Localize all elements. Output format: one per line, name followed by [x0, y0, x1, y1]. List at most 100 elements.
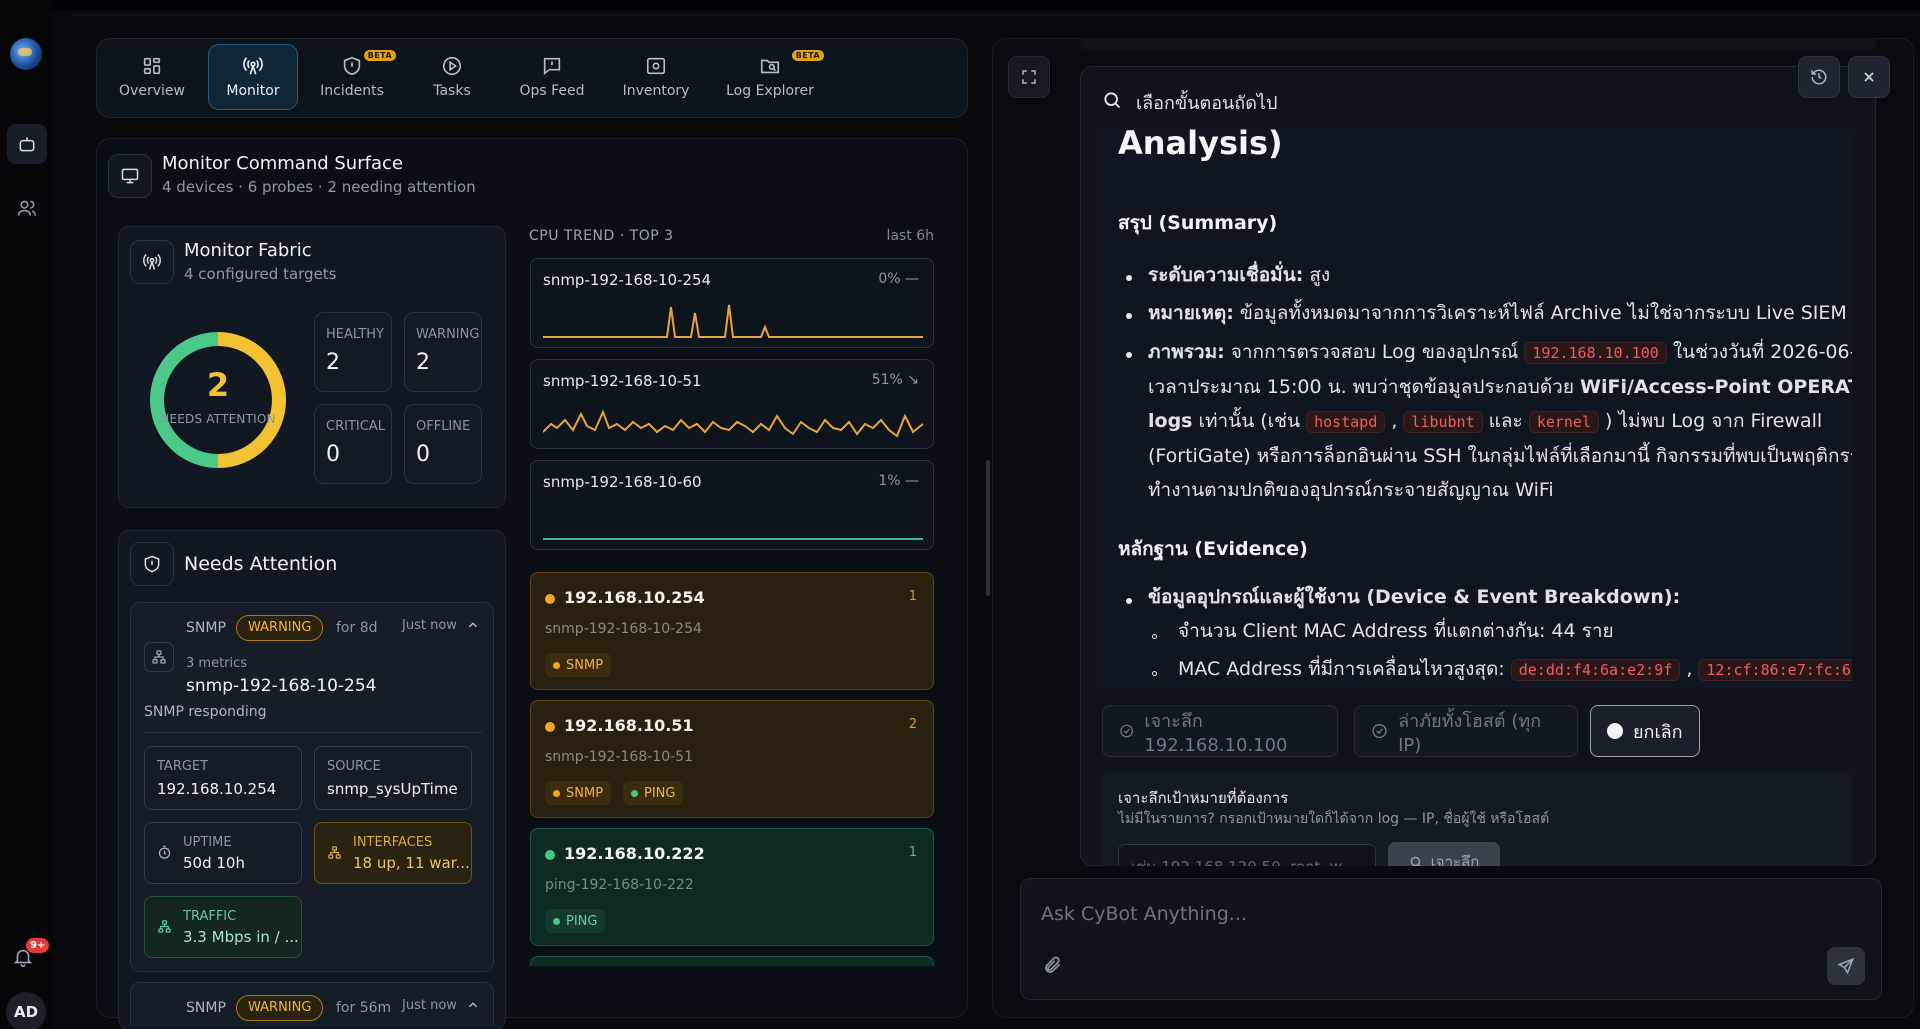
history-button[interactable]	[1798, 56, 1840, 98]
item-time: Just now	[402, 618, 457, 633]
antenna-icon	[243, 57, 263, 75]
monitor-icon-box	[108, 154, 152, 198]
notifications-button[interactable]: 9+	[12, 938, 50, 974]
tab-label: Monitor	[226, 83, 280, 99]
device-card[interactable]: 192.168.10.254 1 snmp-192-168-10-254 SNM…	[530, 572, 934, 690]
antenna-icon	[143, 253, 161, 270]
item-duration: for 56m	[336, 1000, 392, 1016]
device-probe: snmp-192-168-10-254	[545, 621, 702, 637]
device-count: 1	[908, 589, 917, 604]
sparkline-chart	[543, 538, 923, 540]
tab-label: Inventory	[622, 83, 690, 99]
hunt-host-button[interactable]: ล่าภัยทั้งโฮสต์ (ทุก IP)	[1354, 705, 1578, 757]
drill-ip-button[interactable]: เจาะลึก 192.168.10.100	[1102, 705, 1338, 757]
donut-value: 2	[206, 366, 230, 404]
device-ip: 192.168.10.254	[564, 588, 705, 607]
summary-heading: สรุป (Summary)	[1118, 212, 1278, 234]
warning-count: 2	[416, 350, 430, 375]
offline-count-card[interactable]: OFFLINE 0	[404, 404, 482, 484]
item-desc: SNMP responding	[144, 704, 267, 720]
tab-tasks[interactable]: Tasks	[410, 44, 494, 110]
tab-incidents[interactable]: BETA Incidents	[306, 44, 398, 110]
interfaces-field: INTERFACES 18 up, 11 war...	[314, 822, 472, 884]
chevron-up-icon[interactable]	[466, 998, 480, 1012]
ip-code: 192.168.10.100	[1524, 342, 1667, 364]
tab-inventory[interactable]: Inventory	[610, 44, 702, 110]
users-nav-button[interactable]	[7, 188, 47, 228]
search-icon	[1104, 92, 1121, 109]
close-icon	[1864, 72, 1874, 82]
tab-label: Ops Feed	[519, 83, 585, 99]
drill-submit-button[interactable]: เจาะลึก	[1388, 842, 1500, 866]
fabric-icon-box	[130, 240, 174, 284]
close-button[interactable]	[1848, 56, 1890, 98]
chat-input-box[interactable]: Ask CyBot Anything...	[1020, 878, 1882, 1000]
paperclip-icon[interactable]	[1043, 955, 1063, 975]
search-icon	[1410, 856, 1421, 866]
send-button[interactable]	[1827, 947, 1865, 985]
cancel-button[interactable]: ยกเลิก	[1590, 705, 1700, 757]
server-icon	[646, 57, 666, 75]
chip-snmp: SNMP	[545, 653, 612, 677]
drill-target-box: เจาะลึกเป้าหมายที่ต้องการ ไม่มีในรายการ?…	[1102, 772, 1852, 866]
item-type: SNMP	[186, 620, 226, 636]
device-probe: ping-192-168-10-222	[545, 877, 694, 893]
chip-ping: PING	[623, 781, 684, 805]
sparkline-card[interactable]: snmp-192-168-10-60 1% —	[530, 460, 934, 550]
device-card[interactable]: 192.168.10.51 2 snmp-192-168-10-51 SNMP …	[530, 700, 934, 818]
cancel-dot-icon	[1607, 723, 1623, 739]
tab-label: Overview	[119, 83, 185, 99]
play-circle-icon	[442, 56, 462, 76]
sparkline-card[interactable]: snmp-192-168-10-51 51% ↘	[530, 359, 934, 449]
tab-label: Incidents	[320, 83, 384, 99]
analysis-content: Analysis) สรุป (Summary) ระดับความเชื่อม…	[1102, 128, 1852, 688]
target-field: TARGET 192.168.10.254	[144, 746, 302, 810]
summary-overview: ภาพรวม: จากการตรวจสอบ Log ของอุปกรณ์ 192…	[1148, 341, 1852, 501]
sparkline-chart	[543, 304, 923, 338]
network-icon	[152, 650, 166, 664]
tab-ops-feed[interactable]: Ops Feed	[508, 44, 596, 110]
device-ip: 192.168.10.51	[564, 716, 694, 735]
avatar[interactable]: AD	[6, 992, 46, 1029]
warning-count-card[interactable]: WARNING 2	[404, 312, 482, 392]
chevron-up-icon[interactable]	[466, 618, 480, 632]
tab-monitor[interactable]: Monitor	[208, 44, 298, 110]
sparkline-card[interactable]: snmp-192-168-10-254 0% —	[530, 258, 934, 348]
evidence-mac-count: จำนวน Client MAC Address ที่แตกต่างกัน: …	[1178, 620, 1614, 642]
shield-alert-icon	[343, 56, 361, 76]
step-search-input[interactable]: เลือกขั้นตอนถัดไป	[1136, 88, 1736, 117]
drill-title: เจาะลึกเป้าหมายที่ต้องการ	[1118, 789, 1289, 807]
panel-resize-handle[interactable]	[986, 460, 990, 596]
critical-count-card[interactable]: CRITICAL 0	[314, 404, 392, 484]
attention-title: Needs Attention	[184, 553, 338, 575]
chip-ping: PING	[545, 909, 606, 933]
bot-icon	[19, 137, 35, 152]
grid-icon	[143, 57, 161, 75]
fabric-title: Monitor Fabric	[184, 240, 312, 261]
item-name: snmp-192-168-10-254	[186, 676, 377, 696]
check-circle-icon	[1120, 724, 1134, 738]
device-card[interactable]: 192.168.10.222 1 ping-192-168-10-222 PIN…	[530, 828, 934, 946]
evidence-top-macs: MAC Address ที่มีการเคลื่อนไหวสูงสุด: de…	[1178, 652, 1852, 687]
notification-badge: 9+	[26, 938, 50, 953]
tab-label: Log Explorer	[726, 83, 814, 99]
expand-button[interactable]	[1008, 56, 1050, 98]
item-metrics: 3 metrics	[186, 656, 248, 671]
evidence-heading: หลักฐาน (Evidence)	[1118, 538, 1308, 560]
healthy-count: 2	[326, 350, 340, 375]
folder-search-icon	[760, 59, 780, 74]
monitor-icon	[121, 168, 139, 184]
traffic-field: TRAFFIC 3.3 Mbps in / ...	[144, 896, 302, 958]
drill-target-input[interactable]: เช่น 192.168.120.50, root, w...	[1118, 844, 1376, 866]
check-circle-icon	[1372, 723, 1387, 739]
device-count: 1	[908, 845, 917, 860]
status-badge: WARNING	[236, 615, 324, 641]
tab-overview[interactable]: Overview	[110, 44, 194, 110]
summary-note: หมายเหตุ: ข้อมูลทั้งหมดมาจากการวิเคราะห์…	[1148, 302, 1847, 324]
app-logo[interactable]	[10, 38, 42, 70]
bot-nav-button[interactable]	[7, 124, 47, 164]
chat-input[interactable]: Ask CyBot Anything...	[1041, 903, 1247, 925]
critical-count: 0	[326, 442, 340, 467]
healthy-count-card[interactable]: HEALTHY 2	[314, 312, 392, 392]
tab-log-explorer[interactable]: BETA Log Explorer	[718, 44, 824, 110]
